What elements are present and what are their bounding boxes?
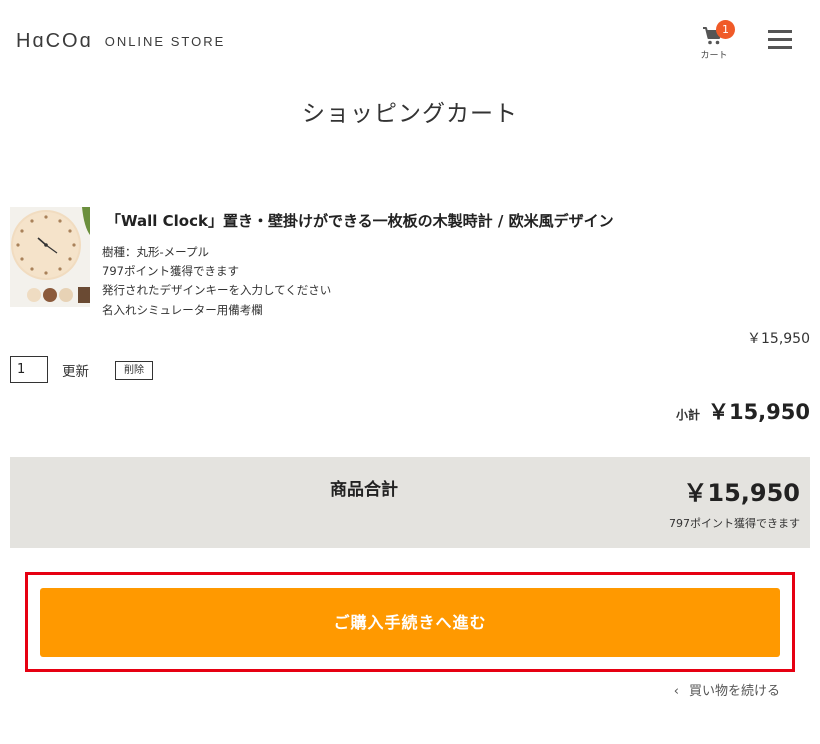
update-button[interactable]: 更新	[62, 360, 89, 380]
store-logo[interactable]: HɑCOɑ ONLINE STORE	[16, 30, 225, 52]
menu-bar	[768, 38, 792, 41]
logo-mark: HɑCOɑ	[16, 29, 93, 52]
subtotal: 小計 ￥15,950	[676, 396, 810, 426]
page-title: ショッピングカート	[302, 101, 518, 127]
quantity-input[interactable]	[10, 356, 48, 383]
unit-price: ￥15,950	[747, 331, 810, 347]
continue-shopping-label: 買い物を続ける	[688, 684, 780, 699]
total-points-note: 797ポイント獲得できます	[669, 517, 800, 530]
total-value: ￥15,950	[683, 479, 800, 507]
cart-count-badge: 1	[716, 20, 735, 39]
total-label: 商品合計	[330, 480, 398, 500]
menu-bar	[768, 30, 792, 33]
delete-button[interactable]: 削除	[115, 361, 153, 380]
product-title[interactable]: 「Wall Clock」置き・壁掛けができる一枚板の木製時計 / 欧米風デザイン	[106, 210, 806, 231]
menu-bar	[768, 46, 792, 49]
product-option: 樹種：丸形-メープル	[102, 245, 209, 259]
product-points-note: 797ポイント獲得できます	[102, 264, 239, 278]
order-total-panel: 商品合計 ￥15,950 797ポイント獲得できます	[10, 457, 810, 548]
chevron-left-icon: ‹	[673, 684, 679, 699]
subtotal-label: 小計	[675, 408, 700, 422]
subtotal-value: ￥15,950	[707, 400, 810, 424]
product-design-key-note: 発行されたデザインキーを入力してください	[102, 283, 332, 297]
cart-button[interactable]: 1 カート	[694, 20, 735, 62]
wall-clock-image	[10, 207, 90, 307]
continue-shopping-link[interactable]: ‹ 買い物を続ける	[674, 680, 780, 699]
checkout-button[interactable]: ご購入手続きへ進む	[40, 588, 780, 657]
hamburger-menu-icon[interactable]	[766, 28, 794, 52]
product-image[interactable]	[10, 207, 90, 307]
cart-label: カート	[700, 51, 728, 61]
logo-text: ONLINE STORE	[104, 33, 226, 49]
product-remarks-note: 名入れシミュレーター用備考欄	[102, 303, 263, 317]
site-header: HɑCOɑ ONLINE STORE 1 カート	[0, 0, 820, 80]
